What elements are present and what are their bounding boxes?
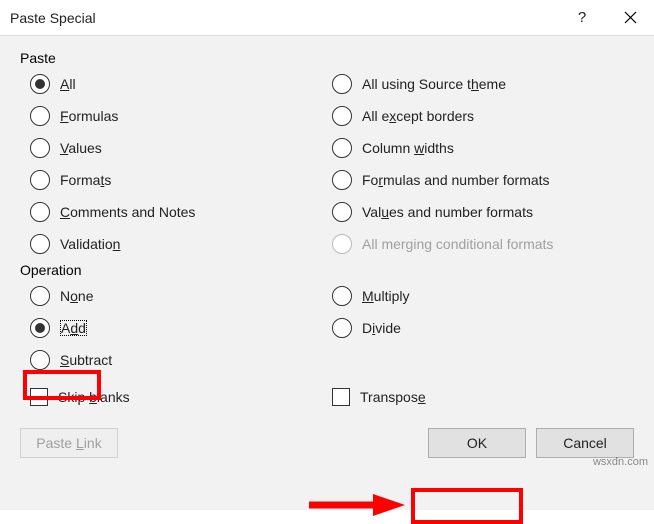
operation-group-label: Operation [20,262,634,278]
radio-all[interactable]: All [30,74,332,94]
title-text: Paste Special [10,10,558,26]
radio-label-subtract: Subtract [60,352,112,368]
radio-label-formats: Formats [60,172,111,188]
title-bar: Paste Special ? [0,0,654,36]
radio-formulas-and-number-formats[interactable]: Formulas and number formats [332,170,634,190]
radio-validation[interactable]: Validation [30,234,332,254]
arrow-icon [305,492,405,518]
radio-label-comments-and-notes: Comments and Notes [60,204,195,220]
radio-icon [332,138,352,158]
radio-label-validation: Validation [60,236,120,252]
radio-icon [30,74,50,94]
paste-link-button: Paste Link [20,428,118,458]
close-button[interactable] [606,0,654,36]
radio-formats[interactable]: Formats [30,170,332,190]
radio-values-and-number-formats[interactable]: Values and number formats [332,202,634,222]
transpose-checkbox[interactable]: Transpose [332,388,634,406]
highlight-ok [411,488,523,524]
skip-blanks-label: Skip blanks [58,389,130,405]
transpose-label: Transpose [360,389,426,405]
close-icon [624,11,637,24]
radio-label-divide: Divide [362,320,401,336]
radio-comments-and-notes[interactable]: Comments and Notes [30,202,332,222]
radio-icon [30,138,50,158]
button-row: Paste Link OK Cancel [20,428,634,458]
radio-formulas[interactable]: Formulas [30,106,332,126]
radio-icon [332,202,352,222]
radio-icon [332,286,352,306]
radio-all-merging-conditional: All merging conditional formats [332,234,634,254]
radio-icon [30,234,50,254]
skip-blanks-checkbox[interactable]: Skip blanks [30,388,332,406]
radio-divide[interactable]: Divide [332,318,634,338]
radio-none[interactable]: None [30,286,332,306]
radio-column-widths[interactable]: Column widths [332,138,634,158]
radio-label-all: All [60,76,76,92]
cancel-label: Cancel [563,435,607,451]
radio-label-all-using-source-theme: All using Source theme [362,76,506,92]
radio-label-values-and-number-formats: Values and number formats [362,204,533,220]
radio-label-all-except-borders: All except borders [362,108,474,124]
radio-label-formulas-and-number-formats: Formulas and number formats [362,172,550,188]
radio-label-formulas: Formulas [60,108,118,124]
radio-icon [332,318,352,338]
ok-label: OK [467,435,487,451]
radio-icon [332,106,352,126]
radio-icon [30,202,50,222]
paste-link-label: Paste Link [36,435,101,451]
radio-label-add: Add [60,320,87,336]
cancel-button[interactable]: Cancel [536,428,634,458]
checkbox-icon [30,388,48,406]
watermark: wsxdn.com [593,456,648,468]
help-button[interactable]: ? [558,0,606,36]
radio-label-none: None [60,288,94,304]
radio-add[interactable]: Add [30,318,332,338]
paste-radio-group: All All using Source theme Formulas All exc… [30,74,634,254]
operation-radio-group: None Multiply Add Divide Subtract [30,286,634,370]
radio-icon [30,170,50,190]
paste-group-label: Paste [20,50,634,66]
radio-label-values: Values [60,140,102,156]
radio-label-multiply: Multiply [362,288,409,304]
radio-icon [332,234,352,254]
checkbox-icon [332,388,350,406]
radio-icon [332,170,352,190]
radio-multiply[interactable]: Multiply [332,286,634,306]
radio-icon [30,318,50,338]
ok-button[interactable]: OK [428,428,526,458]
radio-icon [30,106,50,126]
radio-values[interactable]: Values [30,138,332,158]
checkbox-row: Skip blanks Transpose [30,388,634,406]
radio-label-all-merging-conditional: All merging conditional formats [362,236,553,252]
radio-icon [30,350,50,370]
radio-icon [30,286,50,306]
radio-all-using-source-theme[interactable]: All using Source theme [332,74,634,94]
radio-subtract[interactable]: Subtract [30,350,332,370]
radio-icon [332,74,352,94]
radio-all-except-borders[interactable]: All except borders [332,106,634,126]
radio-label-column-widths: Column widths [362,140,454,156]
